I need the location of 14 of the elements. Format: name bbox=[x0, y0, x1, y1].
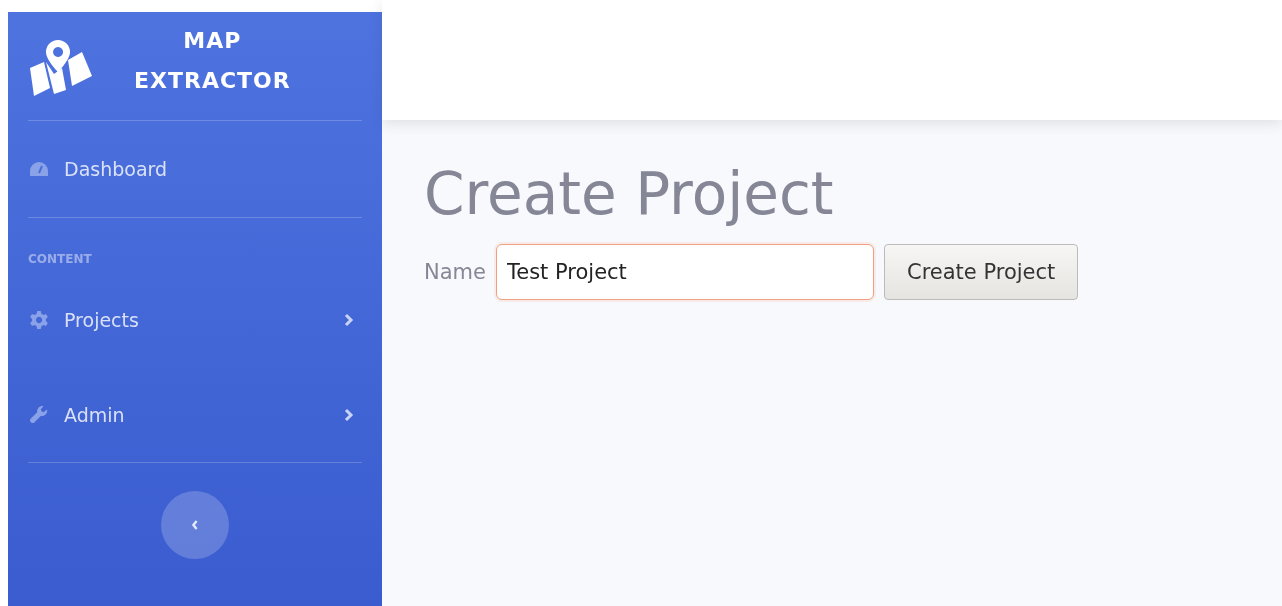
sidebar-item[interactable]: Projects bbox=[28, 272, 362, 367]
gauge-icon bbox=[28, 161, 50, 177]
create-project-button[interactable]: Create Project bbox=[883, 244, 1079, 300]
name-input[interactable]: Test Project bbox=[495, 244, 874, 300]
field-label: Name bbox=[424, 260, 486, 284]
section-heading: CONTENT bbox=[28, 251, 93, 268]
page-title: Create Project bbox=[424, 160, 835, 228]
sidebar-item[interactable]: Dashboard bbox=[28, 121, 362, 217]
sidebar-item[interactable]: Admin bbox=[28, 367, 362, 462]
chevron-left-icon bbox=[191, 519, 199, 531]
wrench-icon bbox=[28, 405, 50, 424]
gear-icon bbox=[28, 310, 50, 329]
brand-title: MAP bbox=[183, 27, 242, 55]
brand-title: EXTRACTOR bbox=[134, 67, 291, 95]
